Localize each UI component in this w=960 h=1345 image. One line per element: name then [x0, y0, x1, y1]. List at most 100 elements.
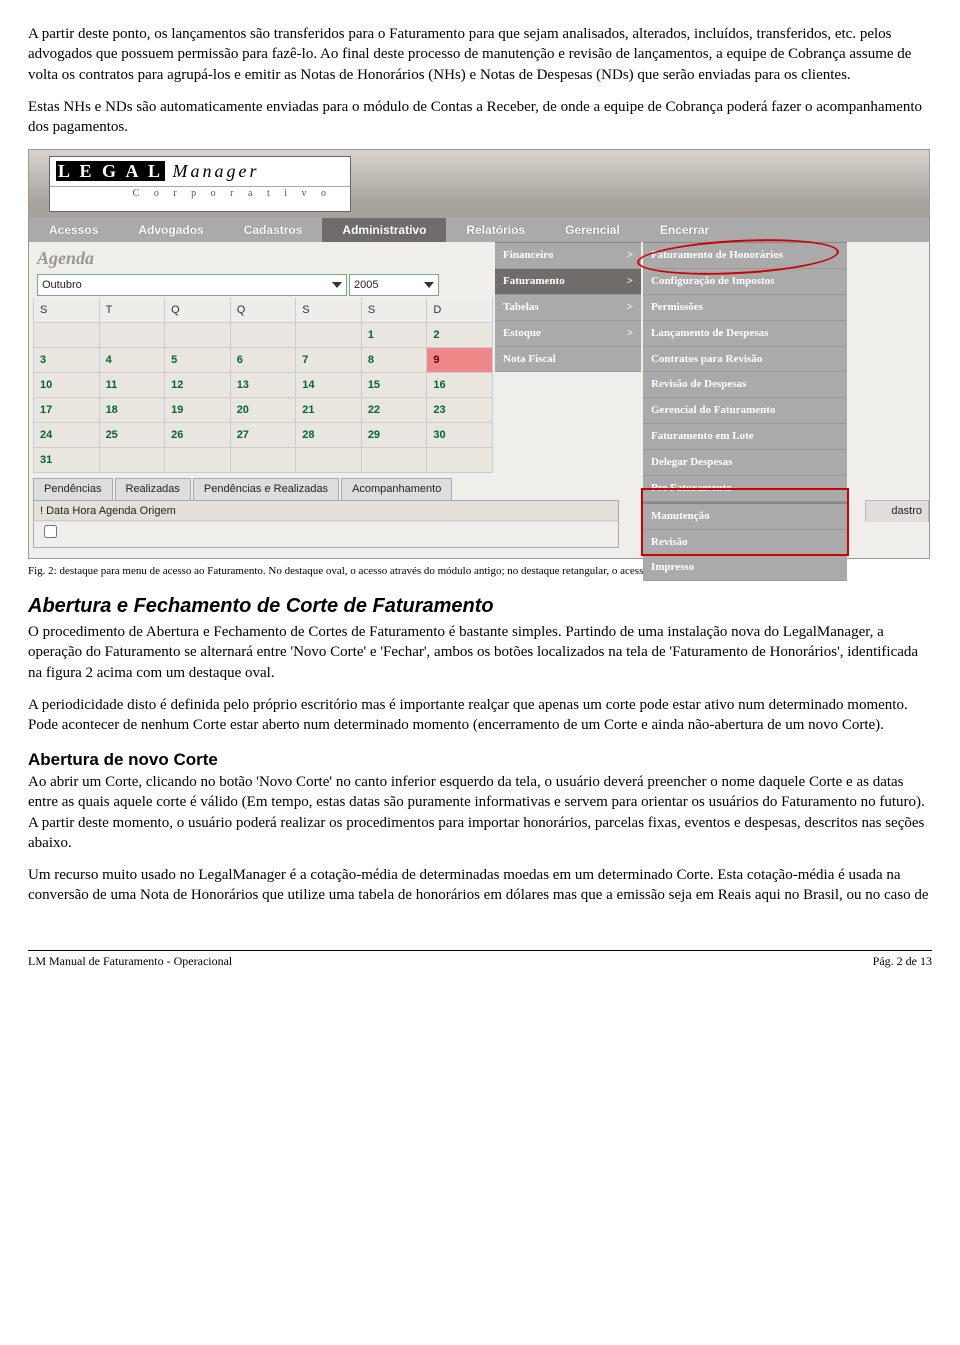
calendar-day[interactable]: 1	[361, 323, 427, 348]
chevron-right-icon: >	[627, 326, 633, 341]
calendar-day[interactable]: 29	[361, 423, 427, 448]
agenda-title: Agenda	[37, 246, 94, 270]
calendar-day[interactable]	[230, 448, 296, 473]
submenu-item-tabelas[interactable]: Tabelas>	[495, 295, 641, 321]
submenu-item-delegar-despesas[interactable]: Delegar Despesas	[643, 450, 847, 476]
submenu-item-faturamento[interactable]: Faturamento>	[495, 269, 641, 295]
figure-screenshot: L E G A L Manager C o r p o r a t i v o …	[28, 149, 930, 559]
row-checkbox[interactable]	[44, 525, 57, 538]
app-logo: L E G A L Manager C o r p o r a t i v o	[49, 156, 351, 212]
menu-item-gerencial[interactable]: Gerencial	[545, 218, 640, 242]
calendar-day[interactable]: 31	[34, 448, 100, 473]
calendar-day[interactable]: 16	[427, 373, 493, 398]
calendar-day[interactable]: 28	[296, 423, 362, 448]
section-heading-abertura-fechamento: Abertura e Fechamento de Corte de Fatura…	[28, 593, 932, 620]
calendar-day[interactable]: 20	[230, 398, 296, 423]
submenu-item-impresso[interactable]: Impresso	[643, 555, 847, 581]
calendar-day[interactable]: 8	[361, 348, 427, 373]
weekday-header: Q	[165, 298, 231, 323]
tab-realizadas[interactable]: Realizadas	[115, 478, 191, 500]
calendar-day[interactable]: 19	[165, 398, 231, 423]
calendar-day[interactable]: 9	[427, 348, 493, 373]
submenu-administrativo: Financeiro>Faturamento>Tabelas>Estoque>N…	[495, 242, 641, 372]
calendar-day[interactable]: 30	[427, 423, 493, 448]
subheading-abertura-novo-corte: Abertura de novo Corte	[28, 749, 932, 772]
paragraph-1: A partir deste ponto, os lançamentos são…	[28, 24, 932, 85]
tab-pendências[interactable]: Pendências	[33, 478, 113, 500]
calendar-day[interactable]: 10	[34, 373, 100, 398]
submenu-item-permiss-es[interactable]: Permissões	[643, 295, 847, 321]
logo-text-mgr: Manager	[173, 161, 260, 181]
calendar-day[interactable]: 27	[230, 423, 296, 448]
calendar-day[interactable]: 22	[361, 398, 427, 423]
calendar-day[interactable]	[165, 448, 231, 473]
calendar-day[interactable]: 3	[34, 348, 100, 373]
calendar-day[interactable]	[34, 323, 100, 348]
menu-item-cadastros[interactable]: Cadastros	[224, 218, 323, 242]
calendar-day[interactable]: 17	[34, 398, 100, 423]
weekday-header: Q	[230, 298, 296, 323]
calendar-day[interactable]: 25	[99, 423, 165, 448]
calendar-day[interactable]: 14	[296, 373, 362, 398]
calendar-day[interactable]	[99, 448, 165, 473]
calendar-day[interactable]	[230, 323, 296, 348]
calendar-day[interactable]	[99, 323, 165, 348]
submenu-item-faturamento-em-lote[interactable]: Faturamento em Lote	[643, 424, 847, 450]
calendar-day[interactable]: 21	[296, 398, 362, 423]
weekday-header: D	[427, 298, 493, 323]
calendar-day[interactable]: 11	[99, 373, 165, 398]
calendar-day[interactable]: 12	[165, 373, 231, 398]
list-row-empty	[33, 520, 619, 548]
calendar-day[interactable]: 23	[427, 398, 493, 423]
paragraph-5: Ao abrir um Corte, clicando no botão 'No…	[28, 772, 932, 853]
calendar-day[interactable]: 6	[230, 348, 296, 373]
footer-page-no: Pág. 2 de 13	[873, 953, 932, 969]
logo-text-sub: C o r p o r a t i v o	[50, 186, 350, 201]
year-value: 2005	[354, 278, 378, 293]
paragraph-6: Um recurso muito usado no LegalManager é…	[28, 865, 932, 906]
calendar-day[interactable]: 7	[296, 348, 362, 373]
paragraph-4: A periodicidade disto é definida pelo pr…	[28, 695, 932, 736]
submenu-item-lan-amento-de-despesas[interactable]: Lançamento de Despesas	[643, 321, 847, 347]
footer-doc-title: LM Manual de Faturamento - Operacional	[28, 953, 232, 969]
calendar-day[interactable]: 5	[165, 348, 231, 373]
menu-item-relatórios[interactable]: Relatórios	[446, 218, 545, 242]
calendar-day[interactable]: 18	[99, 398, 165, 423]
logo-text-main: L E G A L	[56, 161, 165, 181]
year-dropdown[interactable]: 2005	[349, 274, 439, 296]
calendar-day[interactable]: 13	[230, 373, 296, 398]
month-dropdown[interactable]: Outubro	[37, 274, 347, 296]
calendar-day[interactable]	[427, 448, 493, 473]
tab-pendências-e-realizadas[interactable]: Pendências e Realizadas	[193, 478, 339, 500]
menu-item-advogados[interactable]: Advogados	[118, 218, 223, 242]
calendar: STQQSSD123456789101112131415161718192021…	[33, 298, 493, 473]
calendar-day[interactable]: 26	[165, 423, 231, 448]
weekday-header: T	[99, 298, 165, 323]
calendar-day[interactable]	[296, 323, 362, 348]
agenda-tabs: PendênciasRealizadasPendências e Realiza…	[33, 478, 452, 500]
calendar-day[interactable]	[361, 448, 427, 473]
calendar-day[interactable]: 4	[99, 348, 165, 373]
submenu-item-nota-fiscal[interactable]: Nota Fiscal	[495, 347, 641, 373]
submenu-item-contratos-para-revis-o[interactable]: Contratos para Revisão	[643, 347, 847, 373]
page-footer: LM Manual de Faturamento - Operacional P…	[28, 950, 932, 971]
chevron-right-icon: >	[627, 274, 633, 289]
menu-item-acessos[interactable]: Acessos	[29, 218, 118, 242]
weekday-header: S	[296, 298, 362, 323]
weekday-header: S	[361, 298, 427, 323]
calendar-day[interactable]	[296, 448, 362, 473]
calendar-day[interactable]: 15	[361, 373, 427, 398]
tab-acompanhamento[interactable]: Acompanhamento	[341, 478, 452, 500]
submenu-item-financeiro[interactable]: Financeiro>	[495, 243, 641, 269]
weekday-header: S	[34, 298, 100, 323]
submenu-item-revis-o-de-despesas[interactable]: Revisão de Despesas	[643, 372, 847, 398]
calendar-day[interactable]	[165, 323, 231, 348]
chevron-right-icon: >	[627, 300, 633, 315]
menu-item-administrativo[interactable]: Administrativo	[322, 218, 446, 242]
calendar-day[interactable]: 2	[427, 323, 493, 348]
submenu-item-gerencial-do-faturamento[interactable]: Gerencial do Faturamento	[643, 398, 847, 424]
menu-item-encerrar[interactable]: Encerrar	[640, 218, 729, 242]
month-value: Outubro	[42, 278, 82, 293]
calendar-day[interactable]: 24	[34, 423, 100, 448]
submenu-item-estoque[interactable]: Estoque>	[495, 321, 641, 347]
